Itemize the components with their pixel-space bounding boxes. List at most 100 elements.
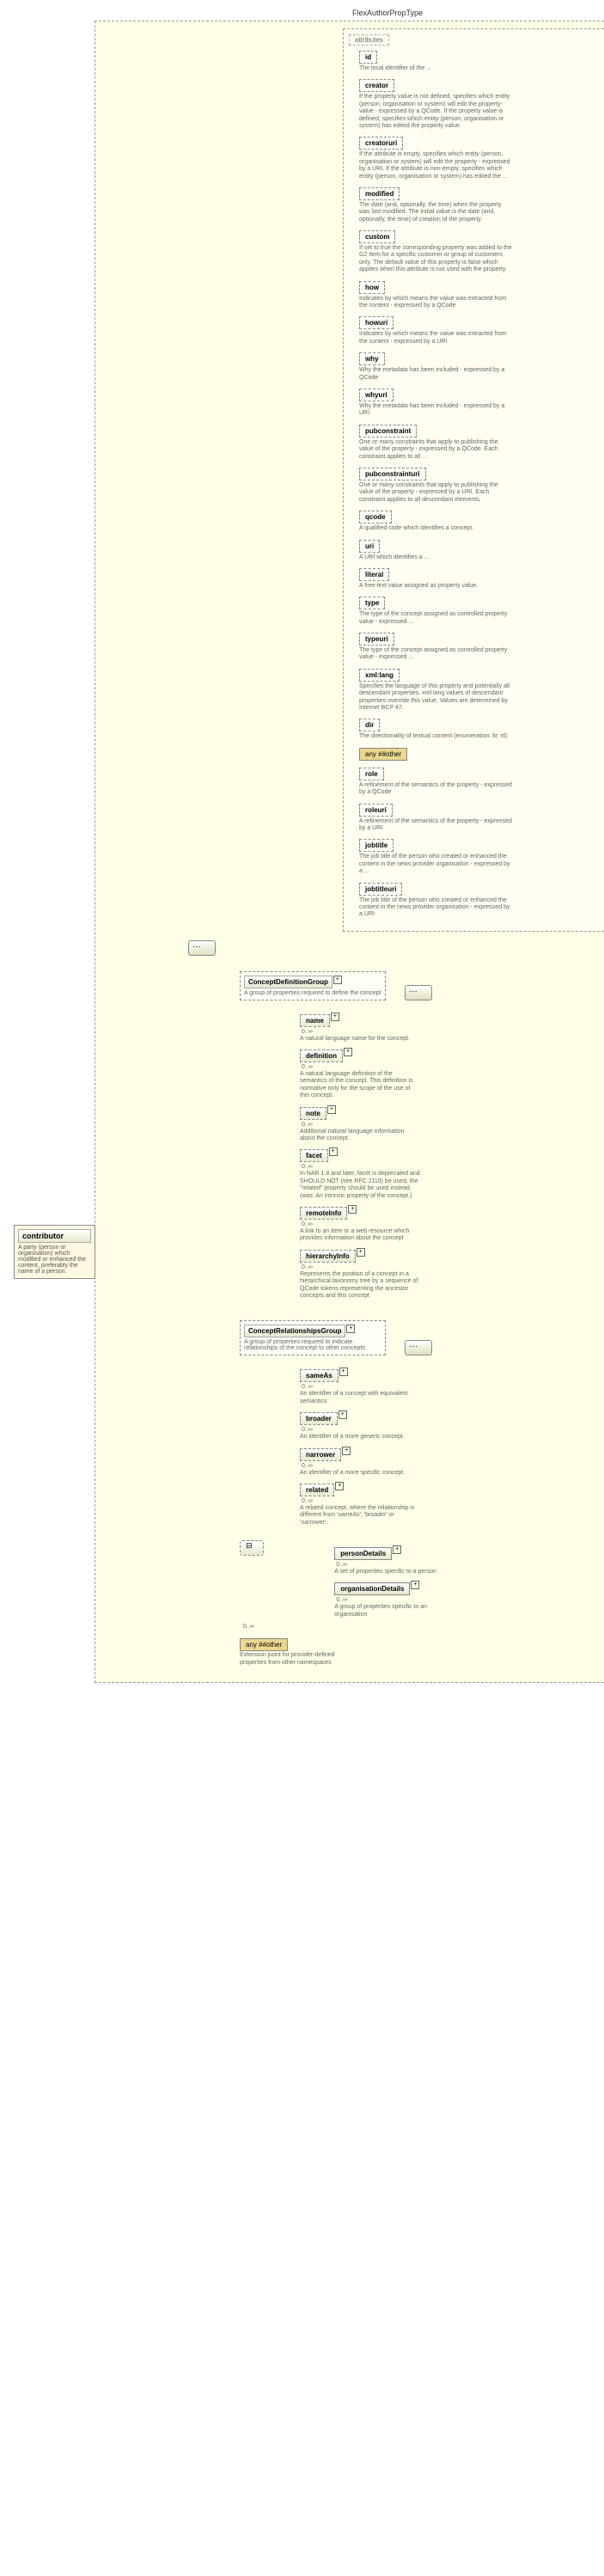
expand-icon[interactable]: + <box>344 1048 352 1056</box>
attr-name: qcode <box>359 511 392 523</box>
expand-icon[interactable]: + <box>339 1410 347 1419</box>
group-title: ConceptDefinitionGroup <box>244 976 333 988</box>
attr-desc: One or many constraints that apply to pu… <box>359 482 514 504</box>
attribute-item: literalA free-text value assigned as pro… <box>359 568 604 590</box>
attribute-item: uriA URI which identifies a ... <box>359 540 604 561</box>
group-desc: A group of properties required to define… <box>244 990 381 996</box>
attribute-item: xml:langSpecifies the language of this p… <box>359 669 604 713</box>
attr-name: pubconstraint <box>359 425 417 437</box>
attribute-item: dir The directionality of textual content… <box>359 719 604 740</box>
attr-name: literal <box>359 568 389 581</box>
choice-icon <box>240 1540 264 1556</box>
attr-name: jobtitle <box>359 839 394 852</box>
concept-relationships-group: ConceptRelationshipsGroup+ A group of pr… <box>240 1313 604 1532</box>
root-element: contributor A party (person or organisat… <box>14 1225 95 1279</box>
attribute-item: typeThe type of the concept assigned as … <box>359 597 604 626</box>
attr-name: creator <box>359 79 394 92</box>
group-title: ConceptRelationshipsGroup <box>244 1325 345 1337</box>
element-name: personDetails <box>334 1547 392 1560</box>
attr-desc: A refinement of the semantics of the pro… <box>359 818 514 833</box>
cardinality: 0..∞ <box>336 1597 455 1603</box>
cardinality: 0..∞ <box>302 1122 420 1128</box>
element-desc: A link to an item or a web resource whic… <box>300 1228 420 1243</box>
element-name: note <box>300 1107 326 1120</box>
expand-icon[interactable]: + <box>342 1447 351 1455</box>
attr-name: whyuri <box>359 389 394 401</box>
cardinality: 0..∞ <box>336 1562 455 1568</box>
attr-name: jobtitleuri <box>359 883 402 896</box>
element-item: related+0..∞A related concept, where the… <box>300 1482 420 1527</box>
expand-icon[interactable]: + <box>327 1105 336 1114</box>
root-desc: A party (person or organisation) which m… <box>18 1245 91 1275</box>
attr-desc: The directionality of textual content (e… <box>359 733 514 740</box>
attr-name: pubconstrainturi <box>359 468 426 480</box>
attribute-item: creatoruriIf the attribute is empty, spe… <box>359 137 604 181</box>
element-name: definition <box>300 1049 343 1062</box>
cardinality: 0..∞ <box>302 1498 420 1504</box>
cardinality: 0..∞ <box>302 1029 420 1035</box>
element-item: definition+0..∞A natural language defini… <box>300 1048 420 1100</box>
attr-desc: Specifies the language of this property … <box>359 683 514 713</box>
expand-icon[interactable]: + <box>348 1205 357 1214</box>
cardinality: 0..∞ <box>302 1427 420 1433</box>
attr-desc: The job title of the person who created … <box>359 897 514 919</box>
attr-name: modified <box>359 187 400 200</box>
expand-icon[interactable]: + <box>411 1581 419 1589</box>
concept-definition-group: ConceptDefinitionGroup+ A group of prope… <box>240 964 604 1306</box>
expand-icon[interactable]: + <box>339 1368 348 1376</box>
attribute-item: howIndicates by which means the value wa… <box>359 281 604 310</box>
element-name: facet <box>300 1149 328 1162</box>
element-desc: A natural language definition of the sem… <box>300 1071 420 1100</box>
element-item: narrower+0..∞An identifier of a more spe… <box>300 1447 420 1477</box>
expand-icon[interactable]: + <box>331 1013 339 1021</box>
any-other-elem: any ##other <box>240 1638 288 1651</box>
attr-desc: The date (and, optionally, the time) whe… <box>359 202 514 223</box>
attribute-item: modified The date (and, optionally, the t… <box>359 187 604 223</box>
attribute-item: jobtitleuriThe job title of the person w… <box>359 883 604 919</box>
expand-icon[interactable]: + <box>329 1147 338 1156</box>
cardinality: 0..∞ <box>302 1064 420 1070</box>
element-desc: A set of properties specific to a person <box>334 1569 455 1576</box>
attr-desc: A qualified code which identifies a conc… <box>359 525 514 532</box>
attr-desc: The local identifier of the ... <box>359 65 514 72</box>
attribute-item: whyWhy the metadata has been included - … <box>359 352 604 382</box>
attr-desc: If the property value is not defined, sp… <box>359 94 514 130</box>
cardinality: 0..∞ <box>302 1221 420 1227</box>
expand-icon[interactable]: + <box>346 1325 355 1333</box>
attr-desc: The job title of the person who created … <box>359 854 514 875</box>
attribute-item: customIf set to true the corresponding p… <box>359 230 604 274</box>
attr-desc: One or many constraints that apply to pu… <box>359 439 514 461</box>
element-item: facet+0..∞In NAR 1.8 and later, facet is… <box>300 1147 420 1200</box>
expand-icon[interactable]: + <box>393 1545 401 1554</box>
attr-name: type <box>359 597 385 609</box>
element-desc: An identifier of a more generic concept. <box>300 1434 420 1441</box>
element-item: sameAs+0..∞An identifier of a concept wi… <box>300 1368 420 1405</box>
attribute-item: whyuriWhy the metadata has been included… <box>359 389 604 418</box>
attribute-item: typeuriThe type of the concept assigned … <box>359 633 604 662</box>
attribute-item: howuriIndicates by which means the value… <box>359 316 604 346</box>
attribute-item: creator If the property value is not defi… <box>359 79 604 130</box>
element-name: narrower <box>300 1448 341 1461</box>
element-name: related <box>300 1484 334 1496</box>
main-container: contributor A party (person or organisat… <box>95 21 604 1683</box>
element-item: broader+0..∞An identifier of a more gene… <box>300 1410 420 1441</box>
choice-group: personDetails+0..∞A set of properties sp… <box>240 1540 604 1630</box>
element-name: sameAs <box>300 1369 339 1382</box>
expand-icon[interactable]: + <box>335 1482 344 1490</box>
attribute-item: pubconstraint One or many constraints tha… <box>359 425 604 461</box>
sequence-icon <box>405 985 432 1000</box>
cardinality: 0..∞ <box>302 1463 420 1469</box>
attr-name: role <box>359 768 384 780</box>
attribute-item: idThe local identifier of the ... <box>359 51 604 72</box>
element-item: note+0..∞Additional natural language inf… <box>300 1105 420 1143</box>
expand-icon[interactable]: + <box>333 976 342 984</box>
element-name: name <box>300 1014 330 1027</box>
any-other-attr: any ##other <box>359 748 407 761</box>
attr-name: dir <box>359 719 380 731</box>
attr-name: id <box>359 51 377 64</box>
expand-icon[interactable]: + <box>357 1248 365 1257</box>
element-desc: In NAR 1.8 and later, facet is deprecate… <box>300 1171 420 1200</box>
attr-name: uri <box>359 540 380 553</box>
attribute-item: roleuriA refinement of the semantics of … <box>359 804 604 833</box>
type-label: FlexAuthorPropType <box>352 9 604 17</box>
